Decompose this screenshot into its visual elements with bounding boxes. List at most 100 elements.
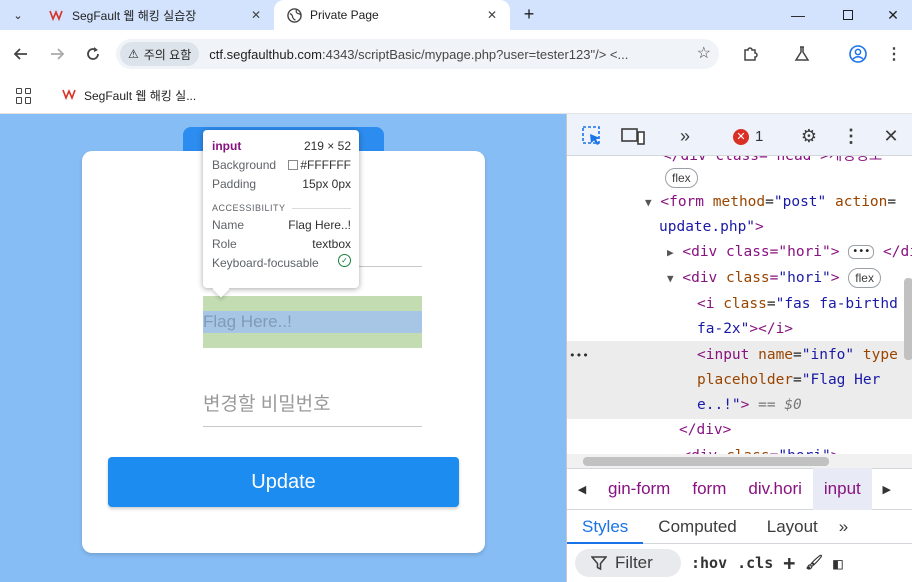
- bookmark-star-icon[interactable]: ☆: [697, 43, 711, 63]
- browser-toolbar: ⚠ 주의 요함 ctf.segfaulthub.com:4343/scriptB…: [0, 30, 912, 78]
- hover-state-button[interactable]: :hov: [691, 554, 727, 572]
- settings-button[interactable]: ⚙: [797, 124, 821, 148]
- close-window-button[interactable]: ✕: [870, 0, 912, 30]
- bookmark-segfault[interactable]: SegFault 웹 해킹 실...: [62, 87, 196, 104]
- flex-badge[interactable]: flex: [665, 168, 698, 188]
- password-underline: [203, 426, 422, 427]
- dom-line: update.php">: [659, 219, 764, 235]
- security-label: 주의 요함: [143, 47, 192, 62]
- more-vert-icon: ⋮: [842, 125, 860, 146]
- dom-line-icon[interactable]: <i class="fas fa-birthd: [697, 292, 898, 317]
- toggle-sidebar-button[interactable]: ◧: [833, 554, 843, 573]
- tab-close-icon[interactable]: ✕: [482, 5, 502, 25]
- error-icon: ✕: [733, 128, 749, 145]
- breadcrumb-item[interactable]: form: [681, 468, 737, 510]
- dom-line: e..!"> == $0: [697, 397, 802, 413]
- inspect-tooltip: input 219 × 52 Background #FFFFFF Paddin…: [203, 130, 359, 288]
- segfault-logo-icon: [48, 7, 64, 23]
- devtools-panel: » ✕ 1 ⚙ ⋮ ✕ </div class="head">계정정보 flex…: [566, 114, 912, 582]
- dom-line-input-tag[interactable]: <input name="info" type: [697, 343, 898, 368]
- filter-icon: [591, 556, 607, 571]
- tooltip-value: 15px 0px: [302, 177, 351, 191]
- new-rule-button[interactable]: +: [783, 551, 795, 575]
- url-host: ctf.segfaulthub.com: [209, 46, 322, 62]
- breadcrumb-item[interactable]: div.hori: [737, 468, 813, 510]
- tab-close-icon[interactable]: ✕: [246, 5, 266, 25]
- reload-button[interactable]: [81, 42, 105, 66]
- collapse-arrow-icon: ▼: [667, 272, 674, 285]
- apps-grid-icon[interactable]: [16, 87, 32, 104]
- chevron-left-icon: ◀: [577, 483, 587, 496]
- url-path: :4343/scriptBasic/mypage.php?user=tester…: [322, 46, 629, 62]
- chevron-right-icon: ▶: [882, 483, 892, 496]
- devtools-menu-button[interactable]: ⋮: [839, 124, 863, 148]
- back-button[interactable]: [9, 42, 33, 66]
- tooltip-value: Flag Here..!: [288, 218, 351, 232]
- tooltip-key: Padding: [212, 177, 257, 191]
- maximize-button[interactable]: [825, 0, 871, 30]
- close-devtools-button[interactable]: ✕: [879, 124, 903, 148]
- device-toolbar-button[interactable]: [621, 124, 645, 148]
- scrollbar-thumb[interactable]: [583, 457, 829, 466]
- tab-styles[interactable]: Styles: [567, 510, 644, 544]
- select-element-icon: [582, 126, 600, 145]
- breadcrumb-item[interactable]: gin-form: [597, 468, 681, 510]
- breadcrumb: ◀ gin-form form div.hori input ▶: [567, 468, 912, 510]
- breadcrumb-scroll-left[interactable]: ◀: [567, 468, 597, 510]
- breadcrumb-scroll-right[interactable]: ▶: [872, 468, 902, 510]
- tab-computed[interactable]: Computed: [643, 510, 751, 544]
- collapse-arrow-icon: ▼: [645, 196, 652, 209]
- flex-badge[interactable]: flex: [848, 268, 881, 288]
- brush-icon: 🖌: [805, 555, 824, 571]
- error-count-badge[interactable]: ✕ 1: [733, 128, 763, 145]
- update-button[interactable]: Update: [108, 457, 459, 507]
- flag-input[interactable]: Flag Here..!: [203, 311, 422, 333]
- dom-line-div-collapsed[interactable]: ▶ <div class="hori"> ••• </div>: [667, 240, 912, 265]
- arrow-left-icon: [13, 48, 27, 60]
- new-password-input[interactable]: 변경할 비밀번호: [203, 389, 331, 416]
- gear-icon: ⚙: [800, 125, 818, 146]
- check-circle-icon: ✓: [338, 254, 351, 267]
- inspect-element-button[interactable]: [580, 124, 604, 148]
- styles-filter-input[interactable]: Filter: [575, 549, 681, 577]
- sidebar-panel-tabs: Styles Computed Layout »: [567, 510, 912, 544]
- dom-line-input[interactable]: •••: [569, 343, 589, 368]
- new-tab-button[interactable]: +: [518, 4, 540, 26]
- arrow-right-icon: [51, 48, 65, 60]
- tooltip-key: Background: [212, 158, 277, 172]
- tooltip-key: Name: [212, 218, 245, 232]
- tab-search-button[interactable]: ⌄: [6, 4, 30, 26]
- close-icon: ✕: [883, 125, 899, 146]
- dom-line: fa-2x"></i>: [697, 321, 794, 337]
- address-bar[interactable]: ⚠ 주의 요함 ctf.segfaulthub.com:4343/scriptB…: [116, 39, 719, 69]
- more-panels-button[interactable]: »: [833, 510, 854, 544]
- elements-tree[interactable]: </div class="head">계정정보 flex ▼ <form met…: [567, 156, 912, 454]
- dom-line-div-expanded[interactable]: ▼ <div class="hori"> flex: [667, 266, 881, 291]
- tab-segfault[interactable]: SegFault 웹 해킹 실습장 ✕: [36, 0, 274, 30]
- url-text[interactable]: ctf.segfaulthub.com:4343/scriptBasic/myp…: [209, 47, 669, 62]
- breadcrumb-item-selected[interactable]: input: [812, 468, 872, 510]
- devices-icon: [621, 128, 645, 145]
- elements-horizontal-scrollbar[interactable]: [567, 454, 912, 468]
- flask-icon: [794, 46, 810, 61]
- elements-vertical-scrollbar[interactable]: [904, 278, 912, 360]
- tab-layout[interactable]: Layout: [752, 510, 833, 544]
- tab-title: SegFault 웹 해킹 실습장: [72, 8, 197, 23]
- class-toggle-button[interactable]: .cls: [737, 554, 773, 572]
- labs-button[interactable]: [790, 42, 814, 66]
- browser-menu-button[interactable]: ⋮: [882, 42, 906, 66]
- extensions-button[interactable]: [738, 42, 762, 66]
- plus-icon: +: [783, 551, 796, 575]
- security-chip[interactable]: ⚠ 주의 요함: [120, 42, 200, 66]
- profile-button[interactable]: [846, 42, 870, 66]
- forward-button[interactable]: [45, 42, 69, 66]
- minimize-button[interactable]: —: [775, 0, 821, 30]
- dom-line: flex: [665, 166, 698, 191]
- paint-brush-button[interactable]: 🖌: [805, 555, 823, 571]
- ellipsis-icon: •••: [848, 245, 875, 259]
- more-tabs-button[interactable]: »: [673, 124, 697, 148]
- tab-private-page[interactable]: Private Page ✕: [274, 0, 510, 30]
- bookmarks-bar: SegFault 웹 해킹 실...: [0, 78, 912, 114]
- tooltip-key: Role: [212, 237, 237, 251]
- dom-line-form[interactable]: ▼ <form method="post" action=: [645, 190, 896, 215]
